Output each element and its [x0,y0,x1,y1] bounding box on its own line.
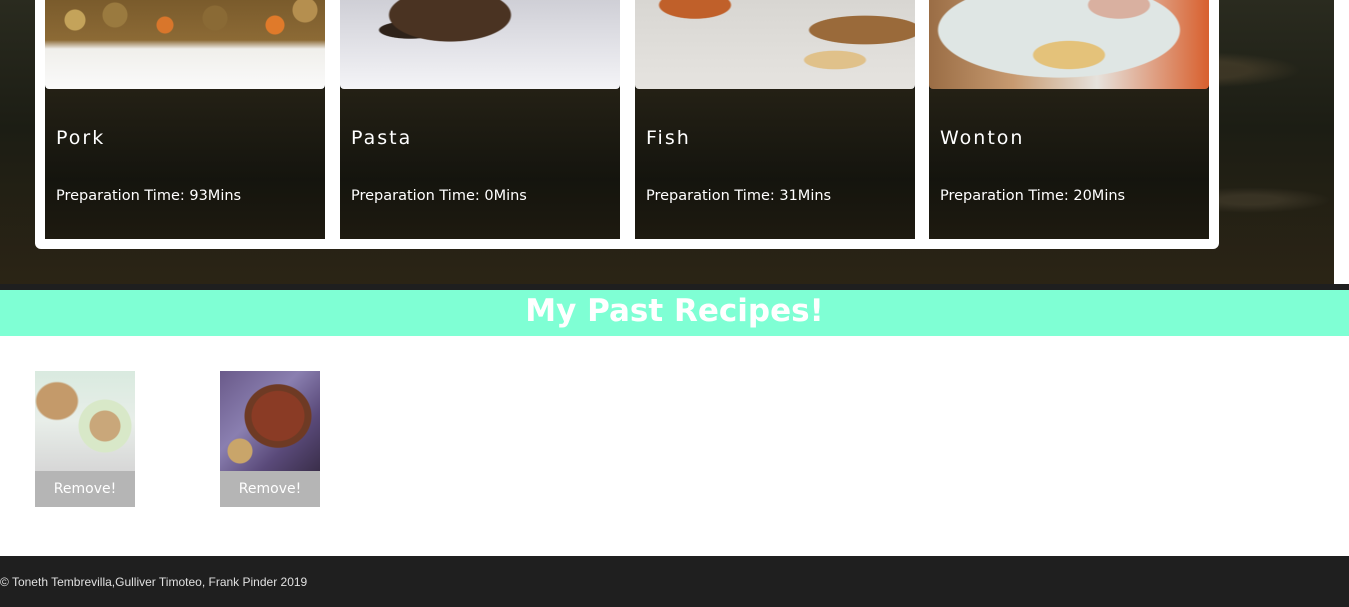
recipe-card-pork[interactable]: Pork Preparation Time: 93Mins [45,0,325,239]
card-overlay [929,89,1209,239]
recipe-name: Wonton [940,127,1025,149]
recipe-name: Pork [56,127,106,149]
past-recipe-item: Remove! [35,371,135,507]
remove-button[interactable]: Remove! [220,471,320,507]
past-recipe-item: Remove! [220,371,320,507]
pasta-dish-photo [340,0,620,89]
recipe-name: Fish [646,127,691,149]
recipe-prep-time: Preparation Time: 20Mins [940,188,1126,204]
card-overlay [635,89,915,239]
card-overlay [45,89,325,239]
recipe-card-wonton[interactable]: Wonton Preparation Time: 20Mins [929,0,1209,239]
footer-copyright: © Toneth Tembrevilla,Gulliver Timoteo, F… [0,575,308,589]
recipe-card-pasta[interactable]: Pasta Preparation Time: 0Mins [340,0,620,239]
roast-beef-photo[interactable] [220,371,320,471]
fish-dish-photo [635,0,915,89]
pork-dish-photo [45,0,325,89]
recipe-prep-time: Preparation Time: 0Mins [351,188,527,204]
recipe-prep-time: Preparation Time: 93Mins [56,188,242,204]
past-recipes-banner: My Past Recipes! [0,290,1349,336]
wonton-dish-photo [929,0,1209,89]
recipe-card-fish[interactable]: Fish Preparation Time: 31Mins [635,0,915,239]
soup-and-bread-photo[interactable] [35,371,135,471]
recipe-prep-time: Preparation Time: 31Mins [646,188,832,204]
footer: © Toneth Tembrevilla,Gulliver Timoteo, F… [0,556,1349,607]
recipe-cards-panel: Pork Preparation Time: 93Mins Pasta Prep… [35,0,1219,249]
remove-button[interactable]: Remove! [35,471,135,507]
card-overlay [340,89,620,239]
past-recipes-title: My Past Recipes! [525,293,824,329]
recipe-name: Pasta [351,127,413,149]
page-scroll-gutter [1334,0,1349,284]
